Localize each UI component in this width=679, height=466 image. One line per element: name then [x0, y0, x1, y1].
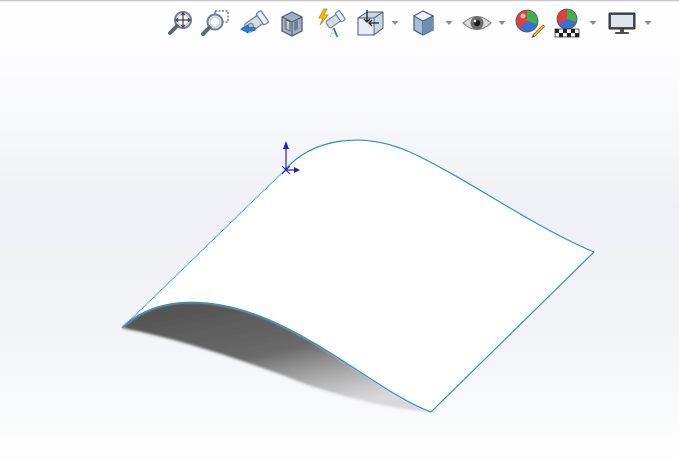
triad-y-arrow: [283, 141, 289, 149]
graphics-area[interactable]: [0, 0, 679, 466]
